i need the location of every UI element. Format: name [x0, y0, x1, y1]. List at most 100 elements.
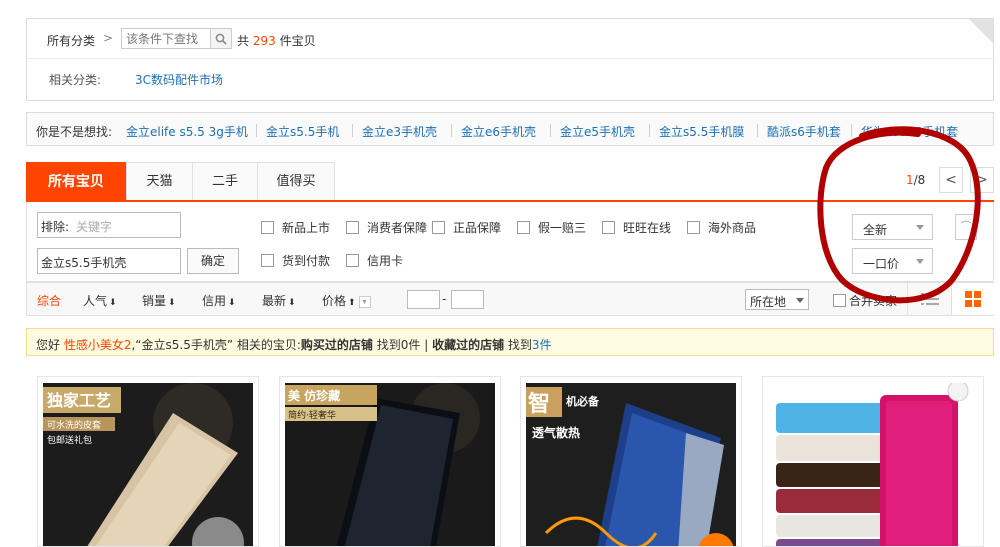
- user-nickname[interactable]: 性感小美女2: [64, 338, 132, 352]
- divider: [550, 124, 551, 137]
- checkbox-consumer-protection[interactable]: 消费者保障: [346, 219, 427, 236]
- checkbox-overseas[interactable]: 海外商品: [687, 219, 756, 236]
- divider: [451, 124, 452, 137]
- grid-view-button[interactable]: [951, 283, 994, 315]
- suggestion-link[interactable]: 金立e5手机壳: [560, 123, 635, 140]
- sort-label: 人气: [83, 294, 108, 308]
- checkbox-label: 消费者保障: [367, 221, 428, 235]
- suggestion-link[interactable]: 金立e3手机壳: [362, 123, 437, 140]
- greeting: 您好: [36, 338, 64, 352]
- collapse-corner-icon[interactable]: [969, 19, 993, 43]
- collected-count-link[interactable]: 3件: [532, 338, 552, 352]
- product-card[interactable]: [762, 376, 984, 547]
- tab-tmall[interactable]: 天猫: [126, 162, 193, 200]
- tab-worth-buying[interactable]: 值得买: [257, 162, 335, 200]
- merge-label: 合并卖家: [849, 294, 898, 308]
- location-label: 所在地: [750, 295, 787, 309]
- collected-count-text: 找到: [504, 338, 532, 352]
- product-card[interactable]: 智 机必备 透气散热: [520, 376, 742, 547]
- checkbox-credit-card[interactable]: 信用卡: [346, 252, 403, 269]
- tab-second-hand[interactable]: 二手: [192, 162, 258, 200]
- checkbox-wangwang-online[interactable]: 旺旺在线: [602, 219, 671, 236]
- tab-all-items[interactable]: 所有宝贝: [26, 162, 126, 200]
- sort-popularity[interactable]: 人气 ⬇: [83, 292, 117, 309]
- next-page-button[interactable]: >: [970, 167, 994, 193]
- arrow-down-icon: ⬇: [288, 298, 296, 308]
- checkbox-box[interactable]: [687, 221, 700, 234]
- sort-default[interactable]: 综合: [37, 292, 61, 309]
- checkbox-fake-compensation[interactable]: 假一赔三: [517, 219, 586, 236]
- product-card[interactable]: 美 仿珍藏 简约·轻奢华: [279, 376, 501, 547]
- caret-down-icon: [916, 225, 924, 230]
- shop-history-notice: 您好 性感小美女2,“金立s5.5手机壳” 相关的宝贝:购买过的店铺 找到0件 …: [26, 328, 994, 356]
- exclude-field[interactable]: 排除: 关键字: [37, 212, 181, 238]
- condition-dropdown[interactable]: 全新: [852, 214, 933, 240]
- did-you-mean-bar: 你是不是想找: 金立elife s5.5 3g手机 金立s5.5手机 金立e3手…: [26, 112, 994, 146]
- product-image[interactable]: [768, 383, 978, 546]
- checkbox-box[interactable]: [346, 254, 359, 267]
- bought-shops-link[interactable]: 购买过的店铺: [301, 338, 373, 352]
- product-card[interactable]: 独家工艺 可水洗的皮套 包邮送礼包: [37, 376, 259, 547]
- search-icon: [215, 33, 227, 45]
- svg-text:包邮送礼包: 包邮送礼包: [47, 434, 92, 446]
- prev-page-button[interactable]: <: [939, 167, 963, 193]
- checkbox-box[interactable]: [261, 254, 274, 267]
- suggestion-link[interactable]: 金立e6手机壳: [461, 123, 536, 140]
- related-category-link[interactable]: 3C数码配件市场: [135, 71, 223, 88]
- related-category-row: 相关分类: 3C数码配件市场: [27, 59, 993, 101]
- checkbox-label: 货到付款: [282, 254, 331, 268]
- checkbox-box[interactable]: [432, 221, 445, 234]
- checkbox-box[interactable]: [346, 221, 359, 234]
- checkbox-genuine[interactable]: 正品保障: [432, 219, 501, 236]
- merge-sellers-checkbox[interactable]: 合并卖家: [833, 292, 897, 309]
- suggestion-link[interactable]: 金立s5.5手机膜: [659, 123, 744, 140]
- category-search-button[interactable]: [211, 28, 232, 49]
- more-filter-dropdown[interactable]: ⌒: [955, 214, 977, 240]
- price-max-input[interactable]: [451, 290, 484, 309]
- product-image[interactable]: 智 机必备 透气散热: [526, 383, 736, 546]
- price-min-input[interactable]: [407, 290, 440, 309]
- divider: |: [424, 338, 429, 352]
- checkbox-label: 新品上市: [282, 221, 331, 235]
- price-sort-toggle[interactable]: ▾: [358, 295, 371, 308]
- checkbox-label: 海外商品: [708, 221, 757, 235]
- suggestion-link[interactable]: 酷派s6手机套: [767, 123, 841, 140]
- location-dropdown[interactable]: 所在地: [745, 289, 809, 310]
- collected-shops-link[interactable]: 收藏过的店铺: [432, 338, 504, 352]
- checkbox-label: 正品保障: [453, 221, 502, 235]
- category-search-input[interactable]: [121, 28, 211, 49]
- result-count: 共 293 件宝贝: [237, 32, 316, 49]
- keyword-input[interactable]: 金立s5.5手机壳: [37, 248, 181, 274]
- current-page: 1: [906, 173, 914, 187]
- sort-sales[interactable]: 销量 ⬇: [142, 292, 176, 309]
- product-image[interactable]: 独家工艺 可水洗的皮套 包邮送礼包: [43, 383, 253, 546]
- all-categories-link[interactable]: 所有分类: [47, 32, 95, 49]
- checkbox-box[interactable]: [602, 221, 615, 234]
- checkbox-cash-on-delivery[interactable]: 货到付款: [261, 252, 330, 269]
- count-prefix: 共: [237, 34, 250, 48]
- svg-text:美 仿珍藏: 美 仿珍藏: [288, 388, 340, 403]
- checkbox-box[interactable]: [261, 221, 274, 234]
- list-view-icon: [921, 293, 939, 305]
- sort-price[interactable]: 价格 ⬆ ▾: [322, 292, 371, 309]
- checkbox-label: 假一赔三: [538, 221, 587, 235]
- checkbox-box[interactable]: [517, 221, 530, 234]
- count-suffix: 件宝贝: [279, 34, 316, 48]
- exclude-label: 排除:: [41, 220, 70, 234]
- total-pages: /8: [913, 173, 926, 187]
- checkbox-new-arrival[interactable]: 新品上市: [261, 219, 330, 236]
- list-view-button[interactable]: [907, 283, 951, 315]
- suggestion-link[interactable]: 华为c8816手机套: [861, 123, 958, 140]
- sort-credit[interactable]: 信用 ⬇: [202, 292, 236, 309]
- confirm-button[interactable]: 确定: [187, 248, 239, 274]
- search-tabs: 所有宝贝 天猫 二手 值得买: [26, 162, 994, 202]
- exclude-placeholder: 关键字: [76, 220, 113, 234]
- svg-text:机必备: 机必备: [566, 394, 600, 408]
- did-you-mean-label: 你是不是想找:: [36, 125, 113, 139]
- suggestion-link[interactable]: 金立elife s5.5 3g手机: [126, 123, 248, 140]
- price-type-dropdown[interactable]: 一口价: [852, 248, 933, 274]
- sort-newest[interactable]: 最新 ⬇: [262, 292, 296, 309]
- checkbox-box[interactable]: [833, 294, 846, 307]
- product-image[interactable]: 美 仿珍藏 简约·轻奢华: [285, 383, 495, 546]
- suggestion-link[interactable]: 金立s5.5手机: [266, 123, 339, 140]
